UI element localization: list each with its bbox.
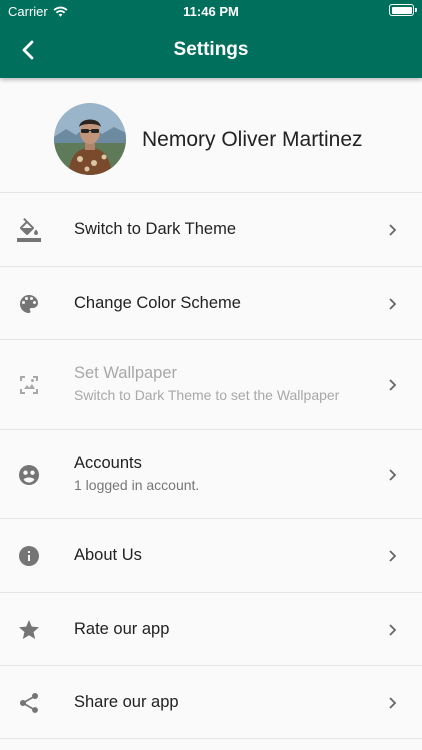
setting-dark-theme[interactable]: Switch to Dark Theme (0, 192, 422, 266)
chevron-right-icon (389, 550, 397, 562)
setting-label: Change Color Scheme (74, 294, 241, 312)
setting-sublabel: 1 logged in account. (74, 477, 200, 493)
setting-text: Change Color Scheme (74, 294, 241, 313)
setting-label: Set Wallpaper (74, 364, 178, 382)
chevron-right-icon (389, 697, 397, 709)
chevron-right-icon (389, 298, 397, 310)
setting-label: About Us (74, 546, 142, 564)
setting-accounts[interactable]: Accounts 1 logged in account. (0, 429, 422, 518)
setting-about-us[interactable]: About Us (0, 518, 422, 592)
share-icon (19, 692, 39, 713)
profile-name: Nemory Oliver Martinez (142, 128, 363, 151)
setting-text: About Us (74, 546, 142, 565)
setting-label: Accounts (74, 454, 142, 472)
status-bar: Carrier 11:46 PM (0, 0, 422, 22)
settings-list: Switch to Dark Theme Change Color Scheme… (0, 192, 422, 750)
app-bar: Carrier 11:46 PM Settings (0, 0, 422, 78)
paint-bucket-icon (17, 218, 41, 242)
chevron-right-icon (389, 469, 397, 481)
setting-color-scheme[interactable]: Change Color Scheme (0, 266, 422, 339)
battery-icon (389, 4, 417, 16)
setting-label: Switch to Dark Theme (74, 220, 237, 238)
setting-rate-app[interactable]: Rate our app (0, 592, 422, 665)
profile-header[interactable]: Nemory Oliver Martinez (0, 78, 422, 192)
star-icon (19, 620, 39, 639)
chevron-right-icon (389, 624, 397, 636)
setting-text: Rate our app (74, 620, 169, 639)
avatar (54, 103, 126, 175)
accounts-icon (19, 465, 39, 485)
chevron-right-icon (389, 379, 397, 391)
wallpaper-icon (20, 376, 38, 394)
palette-icon (20, 295, 38, 313)
setting-label: Share our app (74, 693, 179, 711)
list-end-divider (0, 738, 422, 750)
setting-text: Share our app (74, 693, 179, 712)
page-title: Settings (173, 39, 249, 60)
setting-text: Accounts 1 logged in account. (74, 454, 199, 493)
setting-label: Rate our app (74, 620, 170, 638)
setting-sublabel: Switch to Dark Theme to set the Wallpape… (74, 387, 340, 403)
info-icon (19, 546, 39, 566)
chevron-right-icon (389, 224, 397, 236)
status-time: 11:46 PM (183, 4, 239, 19)
setting-text: Switch to Dark Theme (74, 220, 236, 239)
setting-share-app[interactable]: Share our app (0, 665, 422, 738)
setting-text: Set Wallpaper Switch to Dark Theme to se… (74, 364, 339, 403)
setting-wallpaper[interactable]: Set Wallpaper Switch to Dark Theme to se… (0, 339, 422, 429)
